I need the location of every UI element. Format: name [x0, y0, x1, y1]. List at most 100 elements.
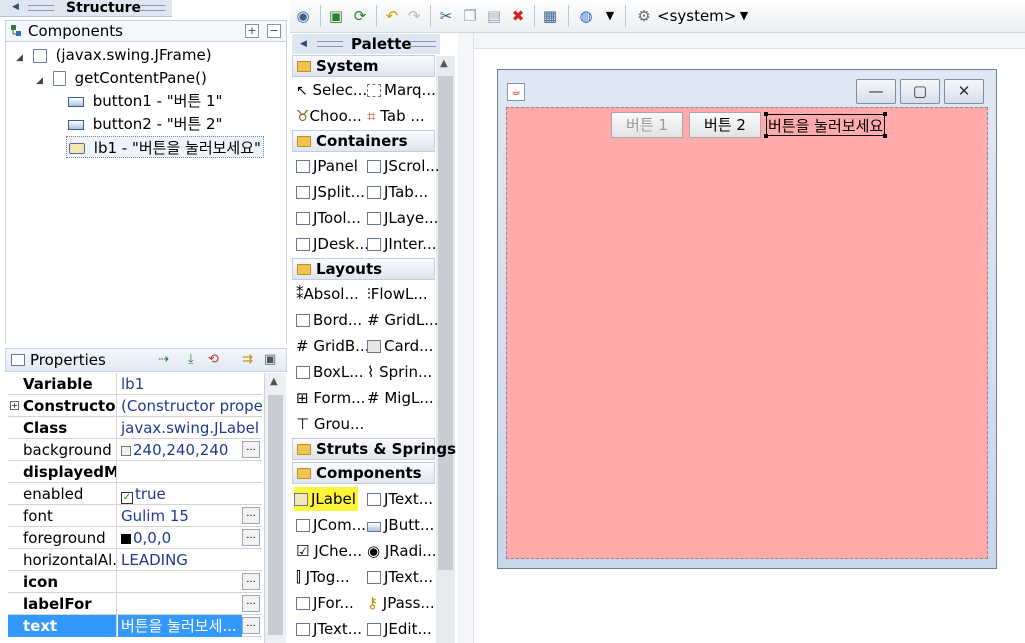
look-and-feel-select[interactable]: <system>	[657, 6, 736, 26]
palette-item-jtextarea[interactable]: JText...	[367, 565, 433, 589]
palette-item-jinternalframe[interactable]: JInter...	[367, 232, 437, 256]
property-row[interactable]: displayedM...	[8, 461, 262, 483]
property-value[interactable]	[118, 461, 262, 483]
properties-window-icon[interactable]: ▦	[540, 6, 560, 26]
tree-item-button2[interactable]: button2 - "버튼 2"	[68, 113, 222, 135]
maximize-button[interactable]: ▢	[900, 79, 940, 104]
palette-item-border-layout[interactable]: Bord...	[296, 308, 362, 332]
tree-item-button1[interactable]: button1 - "버튼 1"	[68, 90, 222, 112]
close-button[interactable]: ✕	[944, 79, 984, 104]
palette-category-components[interactable]: Components	[292, 462, 435, 484]
scroll-up-icon[interactable]: ▲	[440, 58, 448, 69]
palette-item-jtabbedpane[interactable]: JTab...	[367, 180, 428, 204]
property-value[interactable]: 버튼을 눌러보세...	[118, 615, 242, 637]
property-value[interactable]	[118, 571, 242, 593]
show-advanced-icon[interactable]: ⇉	[242, 352, 253, 367]
resize-handle[interactable]	[883, 134, 888, 138]
edit-foreground-button[interactable]: ...	[242, 529, 260, 546]
edit-font-button[interactable]: ...	[242, 507, 260, 524]
scrollbar-thumb[interactable]	[438, 76, 453, 570]
palette-item-card-layout[interactable]: Card...	[367, 334, 433, 358]
property-value[interactable]: ✓ true	[118, 483, 262, 505]
show-events-icon[interactable]: ⇢	[158, 352, 169, 367]
resize-handle[interactable]	[883, 112, 888, 116]
undo-icon[interactable]: ↶	[382, 6, 402, 26]
palette-category-containers[interactable]: Containers	[292, 130, 435, 152]
globe-icon[interactable]: ◍	[576, 6, 596, 26]
refresh-icon[interactable]: ⟳	[350, 6, 370, 26]
resize-handle[interactable]	[764, 134, 768, 138]
collapse-left-icon[interactable]: ◀	[300, 39, 307, 49]
test-gui-icon[interactable]: ◉	[293, 6, 313, 26]
scroll-up-icon[interactable]: ▲	[270, 376, 278, 387]
palette-item-group-layout[interactable]: ⊤ Grou...	[296, 412, 364, 436]
expand-all-button[interactable]: +	[245, 24, 259, 38]
properties-scrollbar[interactable]: ▲	[264, 373, 286, 643]
paste-icon[interactable]: ▤	[484, 6, 504, 26]
palette-scrollbar[interactable]: ▲	[436, 56, 455, 643]
property-row[interactable]: labelFor ...	[8, 593, 262, 615]
palette-item-jlabel[interactable]: JLabel	[294, 487, 358, 511]
property-value[interactable]: 240,240,240	[118, 439, 242, 461]
palette-item-jtogglebutton[interactable]: ⫿ JTog...	[296, 565, 350, 589]
palette-item-marquee[interactable]: Marq...	[367, 78, 436, 102]
scrollbar-thumb[interactable]	[268, 395, 283, 635]
chevron-down-icon[interactable]: ▼	[600, 6, 620, 26]
property-value[interactable]: (Constructor prope...	[118, 395, 262, 417]
edit-text-button[interactable]: ...	[242, 617, 260, 634]
property-row[interactable]: background 240,240,240 ...	[8, 439, 262, 461]
minimize-button[interactable]: —	[856, 79, 896, 104]
palette-item-selection[interactable]: ↖ Selec...	[296, 78, 367, 102]
drag-grip-icon[interactable]	[139, 5, 165, 11]
cut-icon[interactable]: ✂	[436, 6, 456, 26]
palette-category-layouts[interactable]: Layouts	[292, 258, 435, 280]
jframe-preview[interactable]: ☕ — ▢ ✕ 버튼 1 버튼 2 버튼을 눌러보세요	[497, 69, 997, 569]
palette-item-jtoolbar[interactable]: JTool...	[296, 206, 361, 230]
goto-definition-icon[interactable]: ⤓	[188, 352, 194, 367]
redo-icon[interactable]: ↷	[404, 6, 424, 26]
checkbox-checked-icon[interactable]: ✓	[121, 492, 133, 504]
button2[interactable]: 버튼 2	[689, 112, 761, 138]
palette-item-jpasswordfield[interactable]: ⚷ JPass...	[367, 591, 435, 615]
edit-icon-button[interactable]: ...	[242, 573, 260, 590]
property-row[interactable]: horizontalAl... LEADING	[8, 549, 262, 571]
drag-grip-icon[interactable]	[28, 5, 54, 11]
restore-default-icon[interactable]: ▣	[264, 352, 276, 367]
palette-item-spring-layout[interactable]: ⌇ Sprin...	[367, 360, 432, 384]
content-pane[interactable]: 버튼 1 버튼 2 버튼을 눌러보세요	[506, 107, 988, 559]
property-row[interactable]: font Gulim 15 ...	[8, 505, 262, 527]
copy-icon[interactable]: ❐	[460, 6, 480, 26]
palette-item-absolute-layout[interactable]: ⁑Absol...	[296, 282, 359, 306]
palette-item-choose[interactable]: ♉Choo...	[296, 104, 362, 128]
drag-grip-icon[interactable]	[317, 41, 343, 47]
palette-item-flow-layout[interactable]: ⫶FlowL...	[367, 282, 428, 306]
property-row[interactable]: enabled ✓ true	[8, 483, 262, 505]
tree-item-lb1[interactable]: lb1 - "버튼을 눌러보세요"	[66, 136, 264, 158]
palette-item-grid-layout[interactable]: # GridL...	[367, 308, 439, 332]
palette-category-system[interactable]: System	[292, 55, 435, 77]
expand-plus-icon[interactable]: +	[10, 401, 19, 410]
property-row[interactable]: foreground 0,0,0 ...	[8, 527, 262, 549]
tree-item-contentpane[interactable]: ◢ getContentPane()	[36, 67, 207, 89]
palette-item-jcheckbox[interactable]: ☑ JChe...	[296, 539, 362, 563]
preview-icon[interactable]: ▣	[326, 6, 346, 26]
palette-item-box-layout[interactable]: BoxL...	[296, 360, 364, 384]
drag-grip-icon[interactable]	[410, 41, 436, 47]
collapse-left-icon[interactable]: ◀	[12, 2, 19, 12]
expand-arrow-icon[interactable]: ◢	[36, 70, 48, 92]
button1[interactable]: 버튼 1	[611, 112, 683, 138]
palette-item-jscrollpane[interactable]: JScrol...	[367, 154, 440, 178]
palette-item-jradiobutton[interactable]: ◉ JRadi...	[367, 539, 437, 563]
property-row[interactable]: icon ...	[8, 571, 262, 593]
palette-item-jcombobox[interactable]: JCom...	[296, 513, 366, 537]
property-row[interactable]: + Constructor (Constructor prope...	[8, 395, 262, 417]
palette-item-jlayeredpane[interactable]: JLaye...	[367, 206, 438, 230]
property-row-selected[interactable]: text 버튼을 눌러보세... ...	[8, 615, 262, 637]
palette-item-form-layout[interactable]: ⊞ Form...	[296, 386, 365, 410]
palette-item-jsplitpane[interactable]: JSplit...	[296, 180, 365, 204]
tree-item-jframe[interactable]: ◢ (javax.swing.JFrame)	[16, 44, 212, 66]
chevron-down-icon[interactable]: ▼	[734, 6, 754, 26]
palette-item-jeditorpane[interactable]: JEdit...	[367, 617, 432, 641]
palette-item-gridbag-layout[interactable]: # GridB...	[296, 334, 369, 358]
palette-item-jtextpane[interactable]: JText...	[296, 617, 362, 641]
